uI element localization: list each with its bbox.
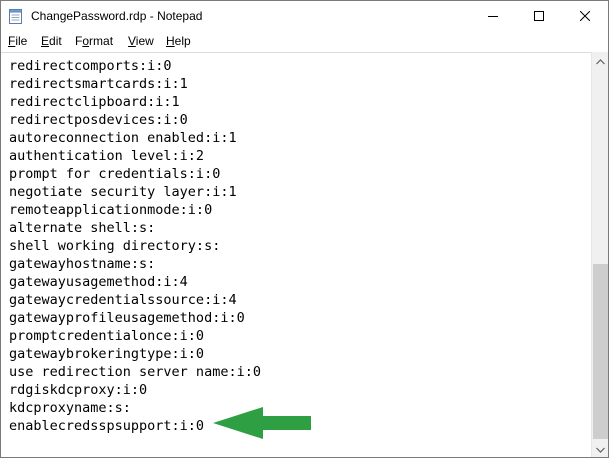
- editor-line: redirectclipboard:i:1: [9, 94, 180, 110]
- notepad-window: ChangePassword.rdp - Notepad File Edit F…: [0, 0, 609, 458]
- editor-line-highlighted: enablecredsspsupport:i:0: [9, 418, 205, 434]
- menu-view[interactable]: View: [128, 34, 154, 48]
- editor-line: kdcproxyname:s:: [9, 400, 131, 416]
- editor-line: redirectposdevices:i:0: [9, 112, 188, 128]
- editor-line: gatewayhostname:s:: [9, 256, 156, 272]
- editor-line: alternate shell:s:: [9, 220, 156, 236]
- editor-line: gatewayusagemethod:i:4: [9, 274, 188, 290]
- close-icon: [580, 11, 590, 21]
- menu-edit[interactable]: Edit: [41, 34, 62, 48]
- scroll-up-arrow-icon: [596, 52, 605, 70]
- menu-format[interactable]: Format: [75, 34, 113, 48]
- editor-line: rdgiskdcproxy:i:0: [9, 382, 148, 398]
- green-arrow-icon: [213, 407, 311, 439]
- close-button[interactable]: [562, 1, 608, 31]
- minimize-icon: [488, 11, 498, 21]
- editor-line: use redirection server name:i:0: [9, 364, 261, 380]
- scroll-up-button[interactable]: [592, 52, 608, 70]
- editor-line: remoteapplicationmode:i:0: [9, 202, 213, 218]
- editor-line: redirectcomports:i:0: [9, 58, 172, 74]
- scroll-down-arrow-icon: [596, 440, 605, 458]
- maximize-button[interactable]: [516, 1, 562, 31]
- editor-line: prompt for credentials:i:0: [9, 166, 221, 182]
- minimize-button[interactable]: [470, 1, 516, 31]
- menu-bar: File Edit Format View Help: [1, 32, 608, 51]
- editor-line: authentication level:i:2: [9, 148, 205, 164]
- editor-line: gatewaycredentialssource:i:4: [9, 292, 237, 308]
- editor-line: promptcredentialonce:i:0: [9, 328, 205, 344]
- editor-line: gatewaybrokeringtype:i:0: [9, 346, 205, 362]
- editor-line: negotiate security layer:i:1: [9, 184, 237, 200]
- maximize-icon: [534, 11, 544, 21]
- editor-line: autoreconnection enabled:i:1: [9, 130, 237, 146]
- text-editor[interactable]: redirectcomports:i:0 redirectsmartcards:…: [1, 52, 591, 457]
- window-title: ChangePassword.rdp - Notepad: [31, 9, 203, 23]
- editor-line: redirectsmartcards:i:1: [9, 76, 188, 92]
- editor-line: gatewayprofileusagemethod:i:0: [9, 310, 245, 326]
- editor-line: shell working directory:s:: [9, 238, 221, 254]
- title-bar[interactable]: ChangePassword.rdp - Notepad: [1, 1, 608, 31]
- vertical-scrollbar[interactable]: [591, 52, 608, 458]
- menu-file[interactable]: File: [8, 34, 27, 48]
- scrollbar-thumb[interactable]: [593, 264, 608, 439]
- scroll-down-button[interactable]: [592, 440, 608, 458]
- notepad-icon[interactable]: [9, 8, 23, 24]
- menu-help[interactable]: Help: [166, 34, 191, 48]
